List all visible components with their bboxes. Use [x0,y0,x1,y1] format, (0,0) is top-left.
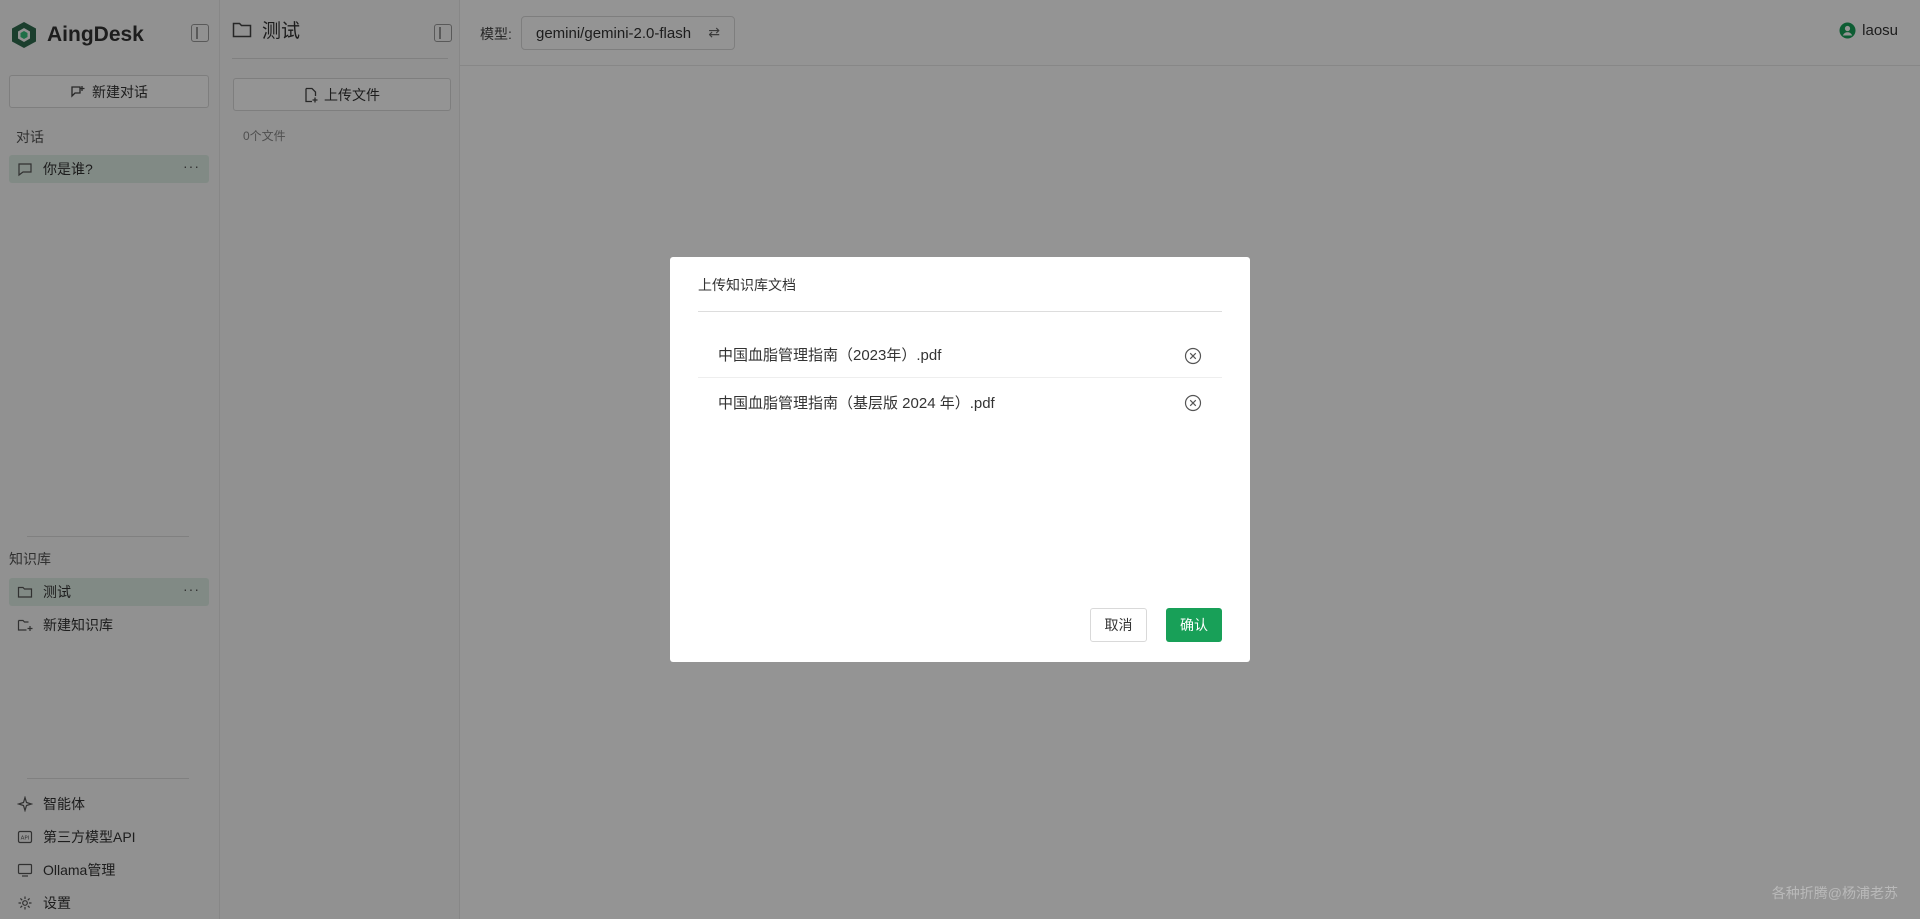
file-list-item: 中国血脂管理指南（基层版 2024 年）.pdf [698,379,1222,425]
cancel-button[interactable]: 取消 [1090,608,1147,642]
confirm-button[interactable]: 确认 [1166,608,1222,642]
file-list-item: 中国血脂管理指南（2023年）.pdf [698,332,1222,378]
dialog-title: 上传知识库文档 [698,277,796,293]
divider [698,311,1222,312]
file-name: 中国血脂管理指南（2023年）.pdf [718,347,942,364]
remove-file-icon[interactable] [1184,394,1202,412]
app-window: AingDesk 新建对话 对话 你是谁? ··· 知识库 测试 ··· 新建知… [0,0,1920,919]
remove-file-icon[interactable] [1184,347,1202,365]
upload-dialog: 上传知识库文档 中国血脂管理指南（2023年）.pdf 中国血脂管理指南（基层版… [670,257,1250,662]
file-name: 中国血脂管理指南（基层版 2024 年）.pdf [718,394,995,412]
watermark: 各种折腾@杨浦老苏 [1771,885,1898,901]
